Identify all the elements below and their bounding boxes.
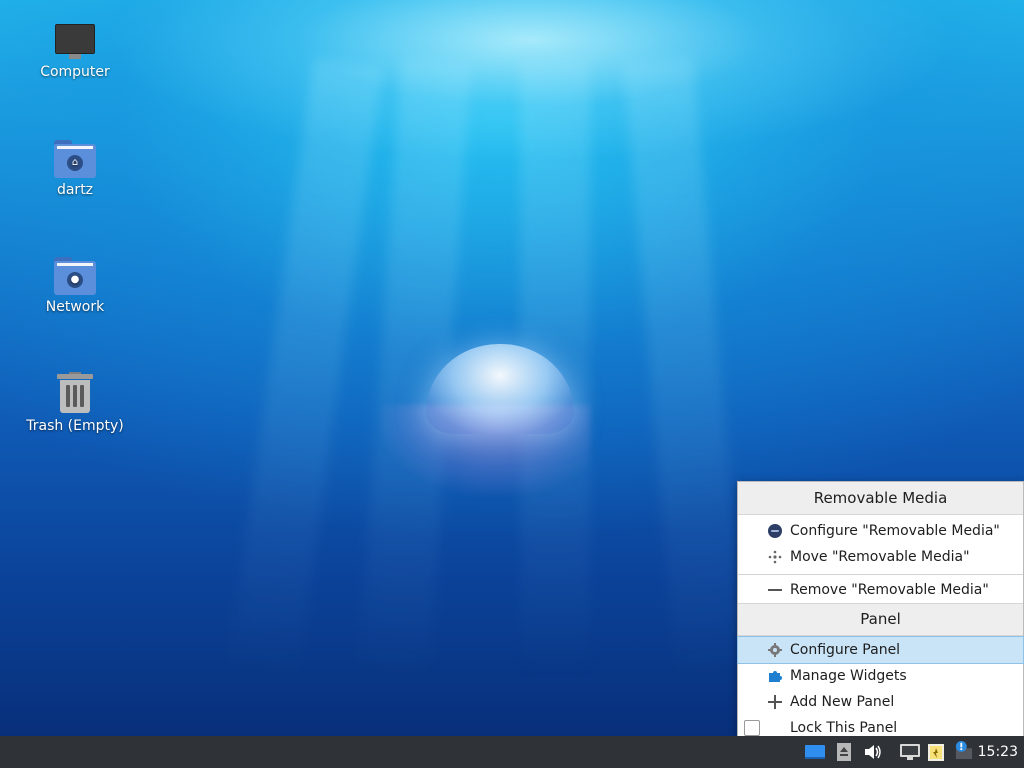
remove-icon [768, 589, 782, 591]
menu-item-label: Add New Panel [790, 694, 895, 710]
panel-context-menu: Removable Media Configure "Removable Med… [737, 481, 1024, 737]
taskbar-panel[interactable]: 15:23 [0, 736, 1024, 768]
menu-item-label: Configure "Removable Media" [790, 523, 1000, 539]
plus-icon [768, 695, 782, 709]
clock[interactable]: 15:23 [978, 736, 1018, 768]
desktop-icon-trash[interactable]: Trash (Empty) [20, 372, 130, 434]
lock-panel-checkbox[interactable] [744, 720, 760, 736]
light-ray [227, 58, 383, 682]
desktop-icon-home[interactable]: ⌂ dartz [20, 140, 130, 198]
home-folder-icon: ⌂ [54, 140, 96, 178]
computer-icon [55, 24, 95, 60]
configure-icon [768, 524, 782, 538]
menu-item-configure-panel[interactable]: Configure Panel [737, 636, 1024, 664]
menu-item-label: Remove "Removable Media" [790, 582, 989, 598]
volume-icon[interactable] [864, 743, 882, 761]
menu-item-label: Lock This Panel [790, 720, 898, 736]
desktop-icon-label: Network [45, 299, 105, 315]
move-icon [768, 550, 782, 564]
menu-section-title: Panel [738, 603, 1023, 636]
trash-icon [57, 372, 93, 414]
menu-item-label: Move "Removable Media" [790, 549, 970, 565]
clipboard-icon[interactable] [837, 743, 851, 761]
desktop-icon-label: dartz [56, 182, 94, 198]
menu-section-title: Removable Media [738, 482, 1023, 515]
menu-item-add-new-panel[interactable]: Add New Panel [738, 689, 1023, 715]
menu-item-configure-removable-media[interactable]: Configure "Removable Media" [738, 518, 1023, 544]
menu-separator [738, 574, 1023, 575]
menu-item-move-removable-media[interactable]: Move "Removable Media" [738, 544, 1023, 570]
menu-item-label: Manage Widgets [790, 668, 907, 684]
menu-item-label: Configure Panel [790, 642, 901, 658]
network-icon[interactable] [899, 743, 921, 761]
menu-item-manage-widgets[interactable]: Manage Widgets [738, 663, 1023, 689]
puzzle-icon [769, 671, 782, 682]
desktop-icon-label: Trash (Empty) [26, 418, 124, 434]
desktop-icon-network[interactable]: ● Network [20, 257, 130, 315]
light-ray [623, 58, 747, 682]
removable-media-icon[interactable] [805, 743, 825, 761]
menu-item-remove-removable-media[interactable]: Remove "Removable Media" [738, 577, 1023, 603]
battery-icon[interactable] [928, 743, 946, 761]
network-folder-icon: ● [54, 257, 96, 295]
update-notifier-icon[interactable] [953, 741, 975, 759]
desktop-icon-label: Computer [40, 64, 110, 80]
gear-icon [768, 643, 782, 657]
desktop-icon-computer[interactable]: Computer [20, 24, 130, 80]
